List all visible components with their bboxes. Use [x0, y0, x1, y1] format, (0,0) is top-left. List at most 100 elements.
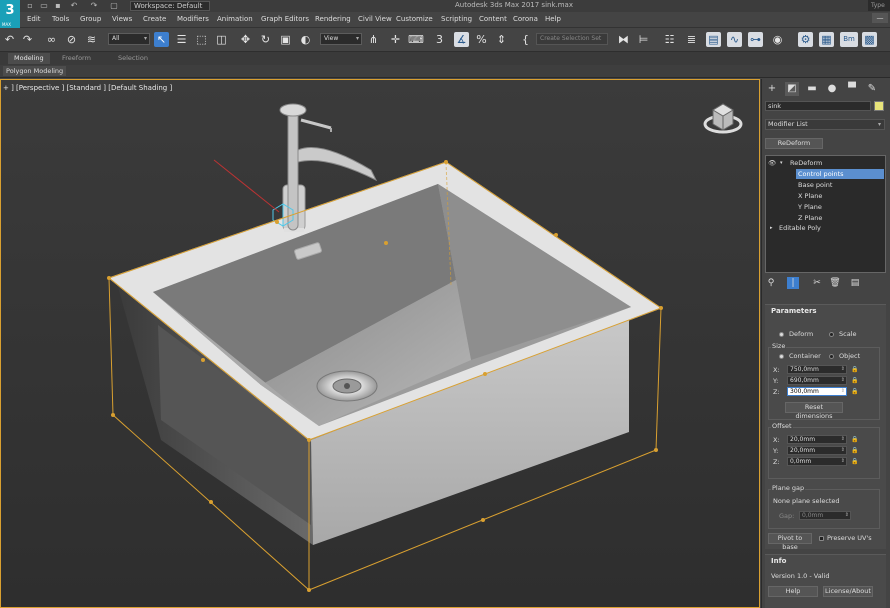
- license-about-button[interactable]: License/About: [823, 586, 873, 597]
- keyboard-shortcut-icon[interactable]: ⌨: [408, 32, 424, 47]
- object-color-swatch[interactable]: [874, 101, 884, 111]
- save-file-icon[interactable]: ▪: [54, 2, 62, 10]
- select-and-link-icon[interactable]: ∞: [44, 32, 59, 47]
- menu-group[interactable]: Group: [80, 15, 101, 23]
- object-radio[interactable]: [829, 354, 834, 359]
- scene-explorer-icon[interactable]: ☷: [662, 32, 677, 47]
- menu-graph-editors[interactable]: Graph Editors: [261, 15, 309, 23]
- stack-item-control-points[interactable]: Control points: [796, 169, 884, 179]
- unlink-icon[interactable]: ⊘: [64, 32, 79, 47]
- gap-spinner[interactable]: 0,0mm ⇕: [799, 511, 851, 520]
- visibility-eye-icon[interactable]: 👁: [768, 158, 776, 168]
- percent-snap-icon[interactable]: %: [474, 32, 489, 47]
- lock-icon[interactable]: 🔒: [851, 447, 858, 454]
- new-file-icon[interactable]: ▫: [26, 2, 34, 10]
- tab-freeform[interactable]: Freeform: [62, 54, 91, 62]
- select-and-place-icon[interactable]: ◐: [298, 32, 313, 47]
- angle-snap-icon[interactable]: ∡: [454, 32, 469, 47]
- container-radio[interactable]: [779, 354, 784, 359]
- undo-icon[interactable]: ↶: [70, 2, 78, 10]
- pin-stack-icon[interactable]: ⚲: [765, 277, 777, 289]
- render-production-icon[interactable]: Bm: [840, 32, 858, 47]
- stack-item-base-point[interactable]: Base point: [798, 180, 832, 190]
- undo-icon[interactable]: ↶: [2, 32, 17, 47]
- project-folder-icon[interactable]: ▢: [110, 2, 118, 10]
- size-x-spinner[interactable]: 750,0mm ⇕: [787, 365, 847, 374]
- reset-dimensions-button[interactable]: Reset dimensions: [785, 402, 843, 420]
- select-and-scale-icon[interactable]: ▣: [278, 32, 293, 47]
- perspective-viewport[interactable]: + ] [Perspective ] [Standard ] [Default …: [0, 79, 760, 608]
- info-title[interactable]: Info: [771, 557, 786, 565]
- select-and-rotate-icon[interactable]: ↻: [258, 32, 273, 47]
- select-and-move-icon[interactable]: ✥: [238, 32, 253, 47]
- menu-help[interactable]: Help: [545, 15, 561, 23]
- make-unique-icon[interactable]: ✂: [811, 277, 823, 289]
- schematic-view-icon[interactable]: ⊶: [748, 32, 763, 47]
- edit-named-selection-icon[interactable]: {: [518, 32, 533, 47]
- lock-icon[interactable]: 🔒: [851, 436, 858, 443]
- menu-customize[interactable]: Customize: [396, 15, 433, 23]
- tab-modeling[interactable]: Modeling: [8, 53, 50, 64]
- modifier-list-dropdown[interactable]: Modifier List ▾: [765, 119, 885, 130]
- stack-item-x-plane[interactable]: X Plane: [798, 191, 822, 201]
- stack-item-z-plane[interactable]: Z Plane: [798, 213, 822, 223]
- bind-to-space-warp-icon[interactable]: ≋: [84, 32, 99, 47]
- menu-edit[interactable]: Edit: [27, 15, 41, 23]
- size-z-spinner[interactable]: 300,0mm ⇕: [787, 387, 847, 396]
- layer-explorer-icon[interactable]: ≣: [684, 32, 699, 47]
- select-by-name-icon[interactable]: ☰: [174, 32, 189, 47]
- window-crossing-icon[interactable]: ◫: [214, 32, 229, 47]
- preserve-uvs-checkbox[interactable]: [819, 536, 824, 541]
- menu-views[interactable]: Views: [112, 15, 132, 23]
- app-logo[interactable]: 3 MAX: [0, 0, 20, 28]
- redo-icon[interactable]: ↷: [90, 2, 98, 10]
- viewport-label[interactable]: + ] [Perspective ] [Standard ] [Default …: [3, 84, 172, 92]
- material-editor-icon[interactable]: ◉: [770, 32, 785, 47]
- menu-scripting[interactable]: Scripting: [441, 15, 472, 23]
- utilities-tab-icon[interactable]: ✎: [865, 82, 879, 96]
- lock-icon[interactable]: 🔒: [851, 377, 858, 384]
- render-iterative-icon[interactable]: ▩: [862, 32, 877, 47]
- motion-tab-icon[interactable]: ●: [825, 82, 839, 96]
- object-name-field[interactable]: sink: [765, 101, 871, 111]
- tab-selection[interactable]: Selection: [118, 54, 148, 62]
- lock-icon[interactable]: 🔒: [851, 366, 858, 373]
- selection-set-dropdown[interactable]: Create Selection Set: [536, 33, 608, 45]
- mirror-icon[interactable]: ⧓: [616, 32, 631, 47]
- remove-modifier-icon[interactable]: 🗑: [829, 277, 841, 289]
- offset-z-spinner[interactable]: 0,0mm ⇕: [787, 457, 847, 466]
- help-button[interactable]: Help: [768, 586, 818, 597]
- search-input[interactable]: Type: [868, 0, 890, 11]
- deform-radio[interactable]: [779, 332, 784, 337]
- select-object-icon[interactable]: ↖: [154, 32, 169, 47]
- reference-coordinate-dropdown[interactable]: View ▾: [320, 33, 362, 45]
- offset-x-spinner[interactable]: 20,0mm ⇕: [787, 435, 847, 444]
- toggle-ribbon-icon[interactable]: ▤: [706, 32, 721, 47]
- modify-tab-icon[interactable]: ◩: [785, 82, 799, 96]
- show-end-result-icon[interactable]: |: [787, 277, 799, 289]
- display-tab-icon[interactable]: ▀: [845, 82, 859, 96]
- rendered-frame-window-icon[interactable]: ▦: [819, 32, 834, 47]
- polygon-modeling-panel[interactable]: Polygon Modeling: [3, 66, 67, 76]
- scale-radio[interactable]: [829, 332, 834, 337]
- menu-modifiers[interactable]: Modifiers: [177, 15, 209, 23]
- menu-civil-view[interactable]: Civil View: [358, 15, 392, 23]
- stack-item-editable-poly[interactable]: Editable Poly: [779, 223, 821, 233]
- collapse-icon[interactable]: ▸: [770, 223, 773, 233]
- create-tab-icon[interactable]: +: [765, 82, 779, 96]
- expand-icon[interactable]: ▾: [780, 158, 783, 168]
- curve-editor-icon[interactable]: ∿: [727, 32, 742, 47]
- redo-icon[interactable]: ↷: [20, 32, 35, 47]
- menu-corona[interactable]: Corona: [513, 15, 538, 23]
- align-icon[interactable]: ⊨: [636, 32, 651, 47]
- menu-create[interactable]: Create: [143, 15, 166, 23]
- configure-sets-icon[interactable]: ▤: [849, 277, 861, 289]
- menu-animation[interactable]: Animation: [217, 15, 253, 23]
- offset-y-spinner[interactable]: 20,0mm ⇕: [787, 446, 847, 455]
- stack-item-redeform[interactable]: ReDeform: [790, 158, 822, 168]
- spinner-snap-icon[interactable]: ⇕: [494, 32, 509, 47]
- minimize-button[interactable]: —: [872, 13, 888, 23]
- render-setup-icon[interactable]: ⚙: [798, 32, 813, 47]
- hierarchy-tab-icon[interactable]: ▬: [805, 82, 819, 96]
- menu-rendering[interactable]: Rendering: [315, 15, 351, 23]
